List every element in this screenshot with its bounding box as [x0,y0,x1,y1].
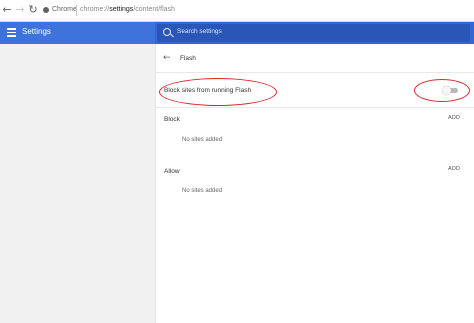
search-placeholder: Search settings [177,28,222,35]
allow-section-title: Allow [164,168,180,175]
block-add-button[interactable]: ADD [448,115,460,121]
flash-title: Flash [180,55,196,62]
url-field[interactable]: chrome://settings/content/flash [80,4,175,16]
url-path: /content/flash [133,6,175,13]
forward-button[interactable]: → [13,3,27,17]
search-icon [163,28,171,36]
block-flash-toggle[interactable] [442,86,458,95]
toggle-knob [442,86,451,95]
search-input[interactable]: Search settings [157,24,470,42]
page-title: Settings [22,27,51,36]
info-dot-icon[interactable] [43,7,49,13]
settings-header: Settings Search settings [0,22,474,44]
block-flash-label: Block sites from running Flash [164,87,252,94]
block-empty-text: No sites added [182,137,223,143]
chip-label[interactable]: Chrome [52,4,77,16]
reload-button[interactable]: ↻ [26,3,40,17]
address-bar: ← → ↻ Chrome chrome://settings/content/f… [0,0,474,22]
allow-empty-text: No sites added [182,188,223,194]
header-left: Settings [0,22,155,44]
back-button[interactable]: ← [0,3,14,17]
sidebar [0,44,155,323]
url-separator [76,5,77,16]
back-arrow-icon[interactable]: ← [163,53,171,63]
url-host: chrome:// [80,6,110,13]
hamburger-icon[interactable] [7,28,16,37]
divider [155,107,474,108]
main-content [155,44,474,323]
block-section-title: Block [164,116,180,123]
divider [155,72,474,73]
url-settings: settings [109,6,134,13]
allow-add-button[interactable]: ADD [448,166,460,172]
